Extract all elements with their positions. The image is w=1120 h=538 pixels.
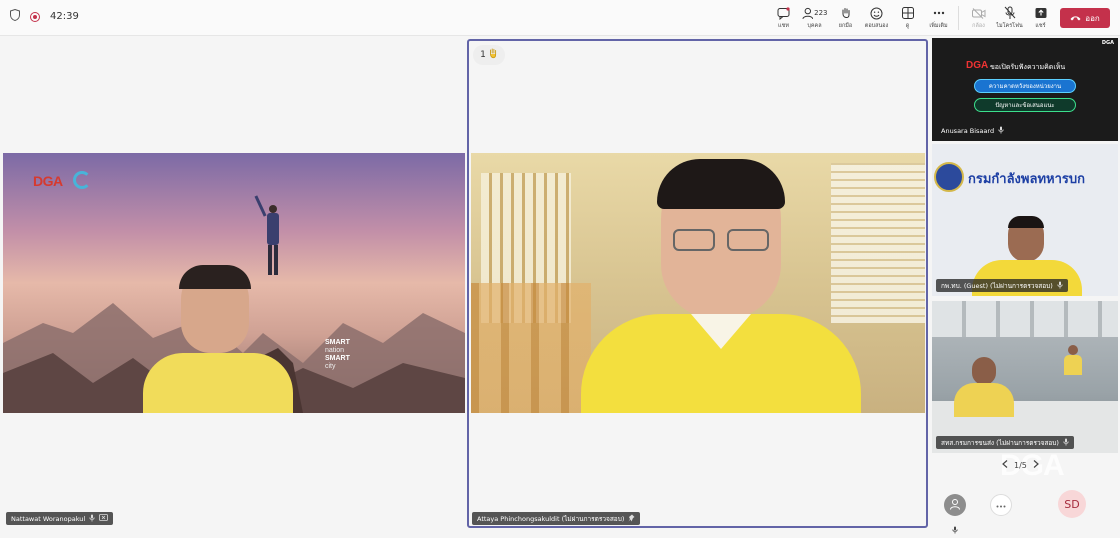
dga-logo: DGA [33, 173, 63, 189]
gallery-pager: 1/5 [1002, 460, 1039, 470]
wooden-frame [471, 283, 591, 413]
phone-hangup-icon [1070, 14, 1081, 23]
slide-pill-1: ความคาดหวังของหน่วยงาน [974, 79, 1076, 93]
raise-hand-label: ยกมือ [838, 23, 853, 29]
leave-label: ออก [1085, 13, 1100, 23]
participant-name: Nattawat Woranopakul [11, 514, 86, 523]
person-side-3 [954, 357, 1014, 417]
slide-dga-logo: DGA [966, 60, 989, 71]
mic-off-icon [1003, 6, 1017, 20]
org-banner: กรมกำลังพลทหารบก [968, 172, 1085, 187]
share-button[interactable]: แชร์ [1025, 4, 1056, 32]
leave-button[interactable]: ออก [1060, 8, 1110, 28]
slide-pill-2: ปัญหาและข้อเสนอแนะ [974, 98, 1076, 112]
partner-logo-icon [73, 171, 91, 189]
meeting-timer: 42:39 [50, 11, 79, 22]
raise-hand-icon [839, 6, 853, 20]
participant-tile-side-3[interactable]: สทส.กรมการขนส่ง (ไม่ผ่านการตรวจสอบ) [932, 301, 1118, 453]
name-tag-side-1: Anusara Bisaard [936, 124, 1009, 137]
person-left [143, 265, 293, 413]
self-initials: SD [1064, 497, 1080, 511]
mic-muted-icon [998, 126, 1004, 136]
shield-icon [10, 9, 20, 24]
participant-tile-side-2[interactable]: กรมกำลังพลทหารบก กพ.ทบ. (Guest) (ไม่ผ่าน… [932, 144, 1118, 296]
screen-share-icon [99, 514, 109, 523]
ellipsis-icon [996, 501, 1006, 510]
meeting-stage: DGA SMART nation SMART city Nattawat Wor… [0, 37, 1120, 534]
participant-video-left[interactable]: DGA SMART nation SMART city [3, 153, 465, 413]
mic-muted-icon [1057, 281, 1063, 291]
slide-headline: ขอเปิดรับฟังความคิดเห็น [990, 63, 1066, 71]
react-button[interactable]: ตอบสนอง [861, 4, 892, 32]
toolbar-left: 42:39 [10, 9, 79, 24]
react-label: ตอบสนอง [864, 23, 889, 29]
more-participants-button[interactable] [990, 494, 1012, 516]
people-count: 223 [814, 9, 828, 17]
mic-muted-icon [89, 514, 95, 524]
camera-label: กล้อง [972, 23, 985, 29]
tagline-line-3: SMART [325, 355, 350, 362]
people-icon: 223 [801, 6, 828, 20]
camera-button[interactable]: กล้อง [963, 4, 994, 32]
reaction-icon [870, 6, 884, 20]
view-button[interactable]: ดู [892, 4, 923, 32]
chat-button[interactable]: แชท [768, 4, 799, 32]
chat-label: แชท [778, 23, 789, 29]
participant-name: กพ.ทบ. (Guest) (ไม่ผ่านการตรวจสอบ) [941, 281, 1053, 290]
person-center [581, 159, 861, 413]
hand-icon [488, 48, 498, 62]
ceiling-lights [932, 301, 1118, 337]
raised-hand-badge: 1 [473, 45, 505, 65]
participant-tile-side-1[interactable]: DGA DGA ขอเปิดรับฟังความคิดเห็น ความคาดห… [932, 38, 1118, 141]
mic-muted-icon [1063, 438, 1069, 448]
share-icon [1034, 6, 1048, 20]
army-emblem-icon [934, 162, 964, 192]
chat-icon [777, 6, 791, 20]
name-tag-left: Nattawat Woranopakul [6, 512, 114, 525]
pin-icon [628, 514, 635, 524]
next-page-button[interactable] [1033, 460, 1039, 470]
participant-name: Attaya Phinchongsakuldit (ไม่ผ่านการตรวจ… [477, 514, 625, 523]
page-indicator: 1/5 [1014, 460, 1027, 470]
tagline-line-2: nation [325, 347, 345, 354]
people-button[interactable]: 223 บุคคล [799, 4, 830, 32]
name-tag-center: Attaya Phinchongsakuldit (ไม่ผ่านการตรวจ… [472, 512, 641, 525]
slide-tagline: SMART nation SMART city [325, 339, 350, 371]
meeting-toolbar: 42:39 แชท 223 บุคคล ยกมือ ตอบสนอง ดู เพิ… [0, 0, 1120, 36]
tagline-line-1: SMART [325, 339, 350, 346]
name-tag-side-3: สทส.กรมการขนส่ง (ไม่ผ่านการตรวจสอบ) [936, 436, 1074, 449]
participant-name: Anusara Bisaard [941, 126, 995, 135]
mic-button[interactable]: ไมโครโฟน [994, 4, 1025, 32]
avatar-mic-icon [952, 519, 958, 538]
share-label: แชร์ [1035, 23, 1046, 29]
corner-dga-logo: DGA [1101, 40, 1114, 46]
person-icon [949, 498, 961, 513]
mic-label: ไมโครโฟน [996, 23, 1023, 29]
people-label: บุคคล [807, 23, 822, 29]
self-avatar[interactable]: SD [1058, 490, 1086, 518]
raise-hand-button[interactable]: ยกมือ [830, 4, 861, 32]
view-icon [901, 6, 915, 20]
more-label: เพิ่มเติม [929, 23, 948, 29]
person-side-3b [1064, 345, 1082, 375]
tagline-line-4: city [325, 363, 336, 370]
toolbar-right: แชท 223 บุคคล ยกมือ ตอบสนอง ดู เพิ่มเติม… [768, 4, 1110, 32]
camera-off-icon [971, 6, 986, 20]
participant-video-center[interactable] [471, 153, 925, 413]
raise-count: 1 [480, 50, 486, 60]
prev-page-button[interactable] [1002, 460, 1008, 470]
toolbar-divider [958, 6, 959, 30]
participant-avatar[interactable] [944, 494, 966, 516]
more-button[interactable]: เพิ่มเติม [923, 4, 954, 32]
name-tag-side-2: กพ.ทบ. (Guest) (ไม่ผ่านการตรวจสอบ) [936, 279, 1068, 292]
recording-icon [30, 11, 40, 22]
view-label: ดู [905, 23, 910, 29]
participant-name: สทส.กรมการขนส่ง (ไม่ผ่านการตรวจสอบ) [941, 438, 1059, 447]
more-icon [932, 6, 946, 20]
